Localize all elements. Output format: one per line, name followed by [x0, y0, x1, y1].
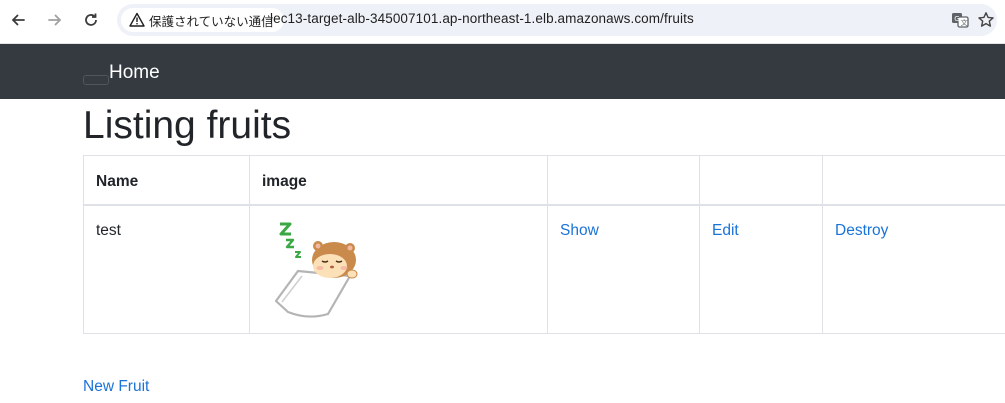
fruits-table: Name image test Show Edit Destroy	[83, 155, 1005, 334]
fruit-name-cell: test	[83, 204, 250, 334]
column-header-image: image	[249, 155, 548, 206]
destroy-cell: Destroy	[822, 204, 1005, 334]
security-chip[interactable]: 保護されていない通信	[121, 8, 284, 32]
url-text[interactable]: lec13-target-alb-345007101.ap-northeast-…	[270, 11, 694, 26]
table-row: test Show Edit Destroy	[83, 204, 1005, 334]
svg-text:文: 文	[961, 18, 968, 27]
edit-link[interactable]: Edit	[712, 222, 739, 239]
new-fruit-link[interactable]: New Fruit	[83, 378, 149, 396]
column-header-empty	[699, 155, 823, 206]
show-cell: Show	[547, 204, 700, 334]
forward-icon[interactable]	[43, 8, 67, 32]
edit-cell: Edit	[699, 204, 823, 334]
svg-text:G: G	[954, 15, 959, 23]
column-header-name: Name	[83, 155, 250, 206]
browser-toolbar: 保護されていない通信 lec13-target-alb-345007101.ap…	[0, 0, 1005, 44]
navbar-toggler[interactable]	[83, 75, 109, 85]
navbar-brand-home[interactable]: Home	[109, 62, 160, 84]
translate-icon[interactable]: G文	[949, 9, 971, 31]
star-icon[interactable]	[975, 9, 997, 31]
warning-icon	[129, 12, 145, 27]
page-title: Listing fruits	[83, 104, 292, 147]
column-header-empty	[822, 155, 1005, 206]
security-label: 保護されていない通信	[149, 14, 274, 29]
table-header-row: Name image	[83, 155, 1005, 206]
sleeping-hamster-image	[274, 222, 358, 318]
fruit-image-cell	[249, 204, 548, 334]
show-link[interactable]: Show	[560, 222, 599, 239]
back-icon[interactable]	[6, 8, 30, 32]
navbar: Home	[0, 44, 1005, 99]
reload-icon[interactable]	[79, 8, 103, 32]
column-header-empty	[547, 155, 700, 206]
destroy-link[interactable]: Destroy	[835, 222, 888, 239]
address-bar[interactable]: 保護されていない通信 lec13-target-alb-345007101.ap…	[117, 4, 997, 36]
